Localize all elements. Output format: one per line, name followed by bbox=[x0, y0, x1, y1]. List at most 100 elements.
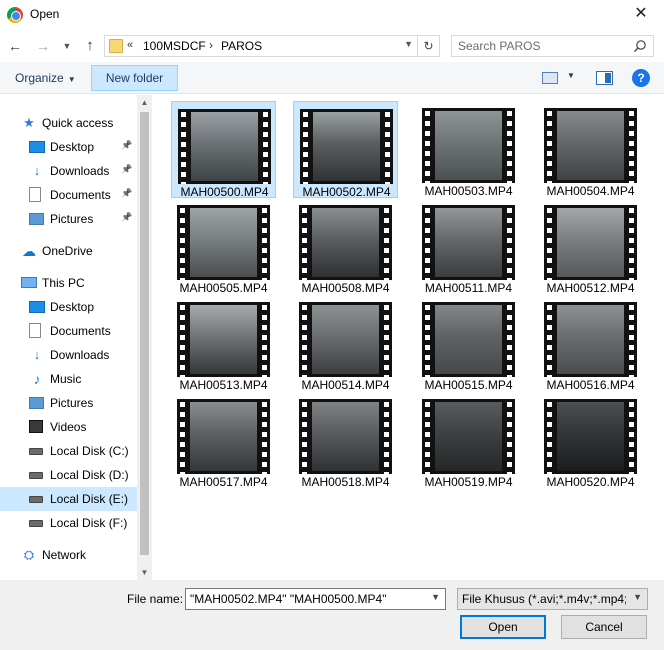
help-icon[interactable]: ? bbox=[632, 69, 650, 87]
file-name-label: MAH00505.MP4 bbox=[179, 281, 268, 295]
sidebar-item-onedrive[interactable]: ☁ OneDrive bbox=[0, 239, 137, 263]
view-dropdown-icon[interactable]: ▼ bbox=[567, 71, 575, 80]
file-item[interactable]: MAH00519.MP4 bbox=[416, 392, 521, 489]
file-item[interactable]: MAH00503.MP4 bbox=[416, 101, 521, 198]
sidebar-item-label: Desktop bbox=[50, 300, 95, 314]
scroll-up-icon[interactable]: ▲ bbox=[137, 95, 152, 110]
file-type-select[interactable]: File Khusus (*.avi;*.m4v;*.mp4;* ▼ bbox=[457, 588, 648, 610]
open-button[interactable]: Open bbox=[460, 615, 546, 639]
file-item[interactable]: MAH00508.MP4 bbox=[293, 198, 398, 295]
sidebar-item-pictures[interactable]: Pictures bbox=[0, 391, 137, 415]
sidebar-item-downloads[interactable]: ↓ Downloads bbox=[0, 343, 137, 367]
file-item[interactable]: MAH00520.MP4 bbox=[538, 392, 643, 489]
preview-pane-icon[interactable] bbox=[596, 71, 613, 85]
refresh-icon[interactable]: ↻ bbox=[417, 36, 439, 56]
up-arrow-icon[interactable]: ↑ bbox=[80, 36, 100, 56]
back-arrow-icon[interactable]: ← bbox=[5, 36, 25, 56]
sidebar-item-local-disk-f[interactable]: Local Disk (F:) bbox=[0, 511, 137, 535]
file-item[interactable]: MAH00511.MP4 bbox=[416, 198, 521, 295]
breadcrumb-overflow[interactable]: « bbox=[127, 39, 133, 51]
film-strip-icon bbox=[504, 399, 515, 474]
film-strip-icon bbox=[504, 302, 515, 377]
sidebar-item-label: Desktop bbox=[50, 140, 95, 154]
thumbnail-frame bbox=[435, 402, 502, 471]
file-item[interactable]: MAH00515.MP4 bbox=[416, 295, 521, 392]
sidebar-item-local-disk-e[interactable]: Local Disk (E:) bbox=[0, 487, 137, 511]
file-item[interactable]: MAH00516.MP4 bbox=[538, 295, 643, 392]
file-item[interactable]: MAH00518.MP4 bbox=[293, 392, 398, 489]
file-type-value[interactable]: File Khusus (*.avi;*.m4v;*.mp4;* bbox=[462, 592, 626, 606]
chevron-down-icon[interactable]: ▼ bbox=[431, 592, 440, 602]
sidebar-item-label: Network bbox=[42, 548, 87, 562]
disk-icon bbox=[29, 520, 43, 527]
sidebar-item-label: Music bbox=[50, 372, 82, 386]
new-folder-button[interactable]: New folder bbox=[91, 65, 178, 91]
sidebar-item-downloads[interactable]: ↓ Downloads 📌 bbox=[0, 159, 137, 183]
file-item[interactable]: MAH00517.MP4 bbox=[171, 392, 276, 489]
address-bar[interactable]: « 100MSDCF › PAROS ▼ ↻ bbox=[104, 35, 440, 57]
recent-locations-chevron-icon[interactable]: ▼ bbox=[57, 36, 77, 56]
thumbnail-frame bbox=[557, 208, 624, 277]
thumbnail-frame bbox=[435, 111, 502, 180]
desktop-icon bbox=[29, 141, 45, 153]
pin-icon: 📌 bbox=[121, 164, 133, 174]
thumbnail-frame bbox=[435, 208, 502, 277]
document-icon bbox=[29, 323, 41, 338]
film-strip-icon bbox=[177, 205, 188, 280]
film-strip-icon bbox=[422, 399, 433, 474]
file-item[interactable]: MAH00513.MP4 bbox=[171, 295, 276, 392]
thumbnail-frame bbox=[557, 305, 624, 374]
search-input[interactable]: Search PAROS bbox=[451, 35, 654, 57]
file-item[interactable]: MAH00505.MP4 bbox=[171, 198, 276, 295]
file-item[interactable]: MAH00500.MP4 bbox=[171, 101, 276, 199]
file-item[interactable]: MAH00504.MP4 bbox=[538, 101, 643, 198]
pin-icon: 📌 bbox=[121, 188, 133, 198]
sidebar-item-documents[interactable]: Documents 📌 bbox=[0, 183, 137, 207]
file-name-label: MAH00519.MP4 bbox=[424, 475, 513, 489]
address-dropdown-icon[interactable]: ▼ bbox=[404, 39, 413, 49]
film-strip-icon bbox=[260, 109, 271, 184]
film-strip-icon bbox=[381, 205, 392, 280]
sidebar-item-documents[interactable]: Documents bbox=[0, 319, 137, 343]
file-item[interactable]: MAH00514.MP4 bbox=[293, 295, 398, 392]
file-name-label: MAH00514.MP4 bbox=[301, 378, 390, 392]
breadcrumb-paros[interactable]: PAROS bbox=[221, 39, 262, 53]
scroll-down-icon[interactable]: ▼ bbox=[137, 565, 152, 580]
sidebar-item-local-disk-d[interactable]: Local Disk (D:) bbox=[0, 463, 137, 487]
folder-icon bbox=[109, 39, 123, 53]
view-options-icon[interactable] bbox=[542, 72, 558, 84]
film-strip-icon bbox=[299, 302, 310, 377]
video-icon bbox=[29, 420, 43, 433]
chevron-down-icon[interactable]: ▼ bbox=[633, 592, 642, 602]
sidebar-item-music[interactable]: ♪ Music bbox=[0, 367, 137, 391]
video-thumbnail bbox=[422, 108, 515, 183]
sidebar-item-network[interactable]: ⛭ Network bbox=[0, 543, 137, 567]
film-strip-icon bbox=[422, 108, 433, 183]
file-name-value[interactable]: "MAH00502.MP4" "MAH00500.MP4" bbox=[190, 592, 418, 606]
breadcrumb-separator[interactable]: › bbox=[209, 38, 213, 52]
film-strip-icon bbox=[544, 399, 555, 474]
sidebar-item-videos[interactable]: Videos bbox=[0, 415, 137, 439]
sidebar-item-quick-access[interactable]: ★ Quick access bbox=[0, 111, 137, 135]
sidebar-item-pictures[interactable]: Pictures 📌 bbox=[0, 207, 137, 231]
sidebar-scrollbar[interactable]: ▲ ▼ bbox=[137, 95, 152, 580]
sidebar-item-local-disk-c[interactable]: Local Disk (C:) bbox=[0, 439, 137, 463]
sidebar-item-this-pc[interactable]: This PC bbox=[0, 271, 137, 295]
chrome-icon bbox=[7, 7, 23, 23]
film-strip-icon bbox=[422, 205, 433, 280]
file-name-label: MAH00517.MP4 bbox=[179, 475, 268, 489]
sidebar-item-desktop[interactable]: Desktop bbox=[0, 295, 137, 319]
scrollbar-thumb[interactable] bbox=[140, 112, 149, 555]
file-name-input[interactable]: "MAH00502.MP4" "MAH00500.MP4" ▼ bbox=[185, 588, 446, 610]
forward-arrow-icon[interactable]: → bbox=[33, 36, 53, 56]
organize-menu[interactable]: Organize ▼ bbox=[15, 71, 76, 85]
file-item[interactable]: MAH00512.MP4 bbox=[538, 198, 643, 295]
video-thumbnail bbox=[544, 108, 637, 183]
cancel-button[interactable]: Cancel bbox=[561, 615, 647, 639]
close-button[interactable]: ✕ bbox=[618, 0, 664, 30]
sidebar-item-label: Videos bbox=[50, 420, 87, 434]
file-item[interactable]: MAH00502.MP4 bbox=[293, 101, 398, 199]
sidebar-item-desktop[interactable]: Desktop 📌 bbox=[0, 135, 137, 159]
thumbnail-frame bbox=[312, 305, 379, 374]
breadcrumb-100msdcf[interactable]: 100MSDCF bbox=[143, 39, 206, 53]
